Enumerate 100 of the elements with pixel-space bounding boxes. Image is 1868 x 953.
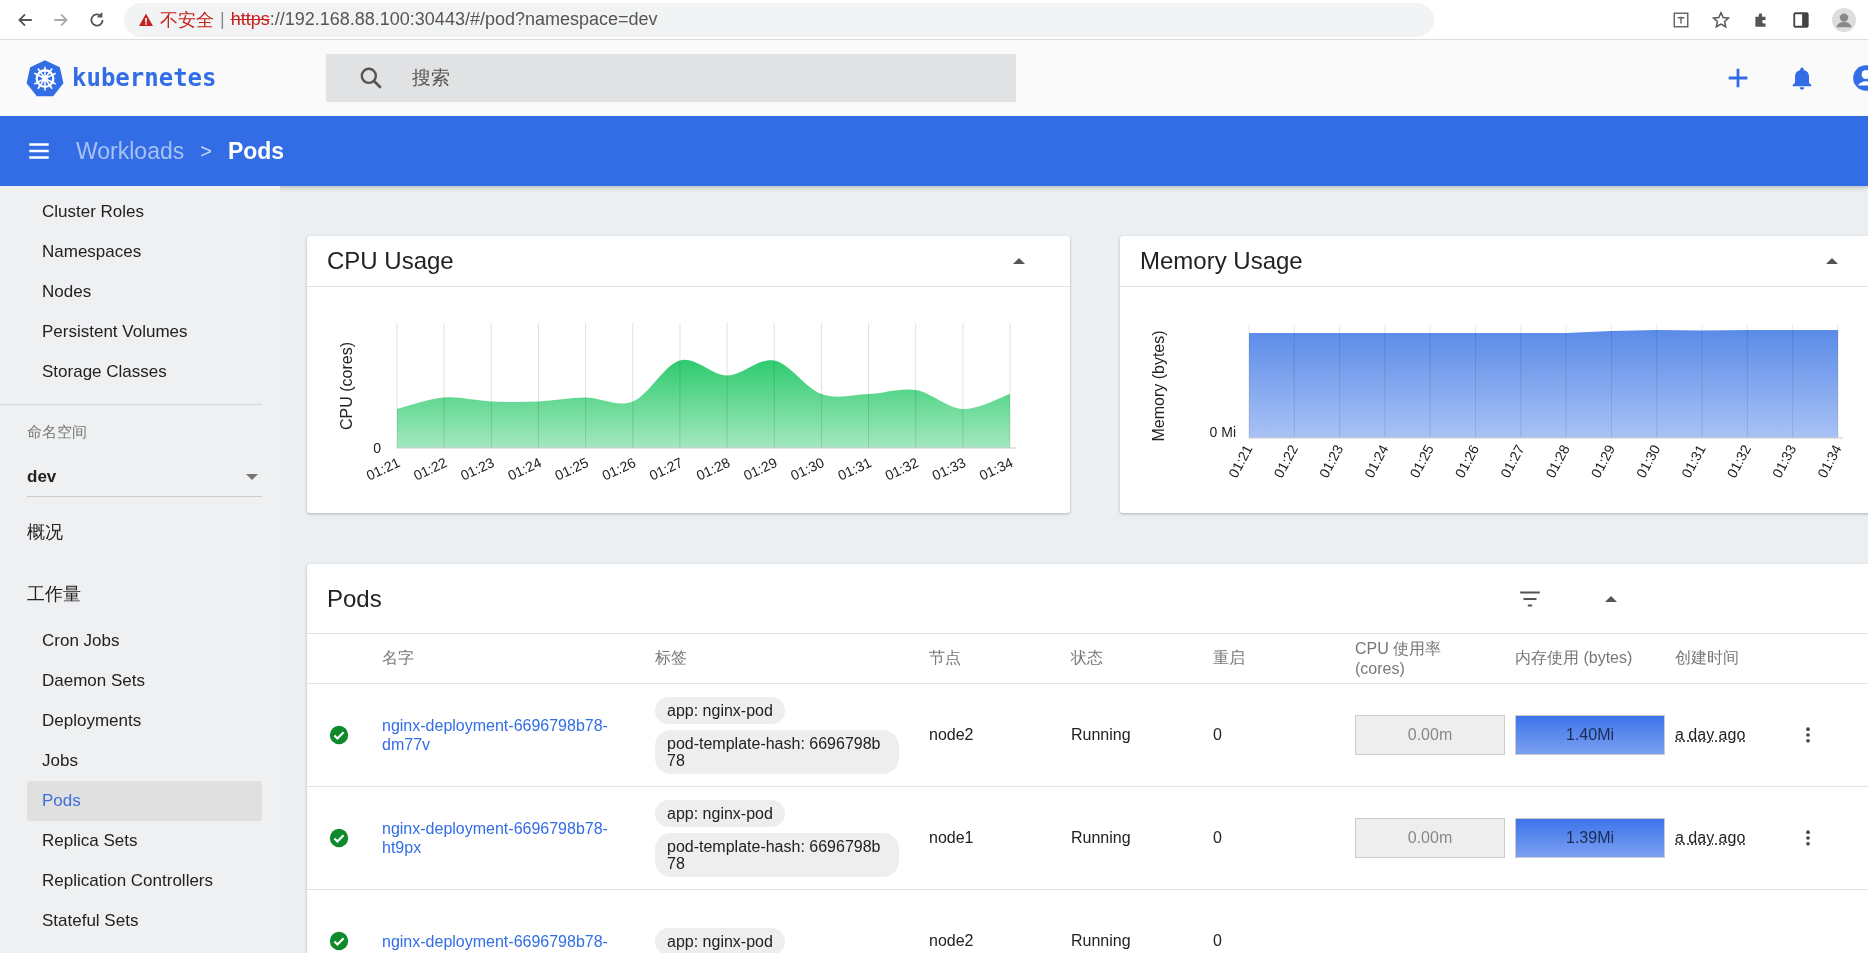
node-text: node2 <box>929 932 975 950</box>
sidebar-item[interactable]: Storage Classes <box>27 352 262 392</box>
collapse-icon[interactable] <box>1013 258 1025 264</box>
sidebar-section[interactable]: 工作量 <box>27 567 280 621</box>
sidebar-item[interactable]: Namespaces <box>27 232 262 272</box>
x-tick-label: 01:33 <box>1768 441 1800 481</box>
x-tick-label: 01:28 <box>693 454 733 484</box>
memory-reading: 1.40Mi <box>1566 726 1614 744</box>
status-text: Running <box>1071 829 1132 847</box>
pod-name-link[interactable]: nginx-deployment-6696798b78- <box>382 931 632 951</box>
label-chip: app: nginx-pod <box>655 799 785 827</box>
x-tick-label: 01:23 <box>458 454 497 484</box>
collapse-icon[interactable] <box>1605 595 1617 602</box>
sidebar-item[interactable]: Nodes <box>27 272 262 312</box>
cpu-reading: 0.00m <box>1407 726 1453 744</box>
x-tick-label: 01:21 <box>363 454 403 484</box>
age-text: a day ago <box>1675 829 1746 846</box>
sidebar-section[interactable]: 概况 <box>27 505 280 559</box>
x-tick-label: 01:24 <box>1361 441 1392 481</box>
sidebar-item[interactable]: Cron Jobs <box>27 621 262 661</box>
restarts-text: 0 <box>1213 726 1223 744</box>
node-text: node2 <box>929 726 975 744</box>
check-circle-icon <box>328 724 350 746</box>
url-text: https://192.168.88.100:30443/#/pod?namespace=dev <box>230 9 658 30</box>
separator-text: | <box>220 9 225 30</box>
breadcrumb-separator: > <box>200 139 212 163</box>
pod-name-link[interactable]: nginx-deployment-6696798b78-ht9px <box>382 819 632 857</box>
status-text: Running <box>1071 932 1132 950</box>
collapse-icon[interactable] <box>1826 258 1838 264</box>
y-axis-label: Memory (bytes) <box>1150 330 1167 442</box>
warning-icon <box>138 11 154 28</box>
x-tick-label: 01:32 <box>882 454 921 484</box>
y-tick-label: 0 Mi <box>1209 424 1236 440</box>
column-header[interactable]: 名字 <box>382 648 655 669</box>
namespace-label: 命名空间 <box>27 423 88 442</box>
sidebar-item[interactable]: Persistent Volumes <box>27 312 262 352</box>
x-tick-label: 01:31 <box>835 454 874 484</box>
breadcrumb-current: Pods <box>227 137 285 165</box>
x-tick-label: 01:34 <box>976 454 1016 484</box>
avatar-icon[interactable] <box>1832 7 1856 32</box>
security-label: 不安全 <box>160 8 214 32</box>
sidebar-item[interactable]: Deployments <box>27 701 262 741</box>
x-tick-label: 01:27 <box>1496 441 1528 481</box>
restarts-text: 0 <box>1213 932 1223 950</box>
more-icon[interactable] <box>1805 725 1811 745</box>
pod-name-link[interactable]: nginx-deployment-6696798b78-dm77v <box>382 716 632 754</box>
address-bar[interactable]: 不安全 | https://192.168.88.100:30443/#/pod?namespace=dev <box>124 2 1434 37</box>
x-tick-label: 01:24 <box>505 454 544 484</box>
column-header[interactable]: 创建时间 <box>1675 648 1805 669</box>
reload-icon[interactable] <box>88 10 106 29</box>
sidebar-item[interactable]: Cluster Roles <box>27 192 262 232</box>
column-header[interactable]: 状态 <box>1071 648 1213 669</box>
x-tick-label: 01:28 <box>1542 441 1573 481</box>
search-input[interactable]: 搜索 <box>412 54 996 102</box>
restarts-text: 0 <box>1213 829 1223 847</box>
sidebar-item[interactable]: Daemon Sets <box>27 661 262 701</box>
logo-text[interactable]: kubernetes <box>72 64 217 92</box>
x-tick-label: 01:22 <box>410 454 450 484</box>
x-tick-label: 01:29 <box>1587 441 1619 481</box>
sidebar-item[interactable]: Jobs <box>27 741 262 781</box>
x-tick-label: 01:30 <box>788 454 827 484</box>
sidebar-icon[interactable] <box>1792 10 1810 29</box>
sidebar-item[interactable]: Replication Controllers <box>27 861 262 901</box>
y-axis-label: CPU (cores) <box>338 342 355 430</box>
star-icon[interactable] <box>1712 10 1730 29</box>
more-icon[interactable] <box>1805 828 1811 848</box>
column-header[interactable]: 重启 <box>1213 648 1355 669</box>
label-chip: app: nginx-pod <box>655 696 785 724</box>
x-tick-label: 01:33 <box>929 454 969 484</box>
card-title: CPU Usage <box>327 247 454 275</box>
y-tick-label: 0 <box>373 440 381 456</box>
sidebar-item[interactable]: Replica Sets <box>27 821 262 861</box>
x-tick-label: 01:23 <box>1315 441 1347 481</box>
x-tick-label: 01:26 <box>1451 441 1483 481</box>
caret-icon <box>246 474 258 480</box>
sidebar-item[interactable]: Stateful Sets <box>27 901 262 941</box>
search-field[interactable]: 搜索 <box>326 54 1016 102</box>
x-tick-label: 01:25 <box>552 454 591 484</box>
namespace-select[interactable]: dev <box>27 458 262 497</box>
label-chip: pod-template-hash: 6696798b78 <box>655 729 899 774</box>
x-tick-label: 01:25 <box>1406 441 1437 481</box>
column-header[interactable]: 标签 <box>655 648 929 669</box>
age-text: a day ago <box>1675 726 1746 743</box>
column-header[interactable]: 内存使用 (bytes) <box>1515 648 1675 669</box>
node-text: node1 <box>929 829 975 847</box>
label-chip: app: nginx-pod <box>655 927 785 953</box>
column-header[interactable]: 节点 <box>929 648 1071 669</box>
status-text: Running <box>1071 726 1132 744</box>
helm-wheel-icon[interactable] <box>26 59 64 97</box>
column-header[interactable]: CPU 使用率 (cores) <box>1355 639 1515 678</box>
sidebar-item[interactable]: Pods <box>27 781 262 821</box>
card-title: Pods <box>327 584 383 613</box>
cpu-reading: 0.00m <box>1407 829 1453 847</box>
memory-reading: 1.39Mi <box>1566 829 1614 847</box>
x-tick-label: 01:29 <box>740 454 780 484</box>
card-title: Memory Usage <box>1140 247 1303 275</box>
x-tick-label: 01:26 <box>599 454 639 484</box>
translate-icon[interactable] <box>1672 10 1690 29</box>
x-tick-label: 01:27 <box>646 454 686 484</box>
search-icon <box>358 65 384 91</box>
